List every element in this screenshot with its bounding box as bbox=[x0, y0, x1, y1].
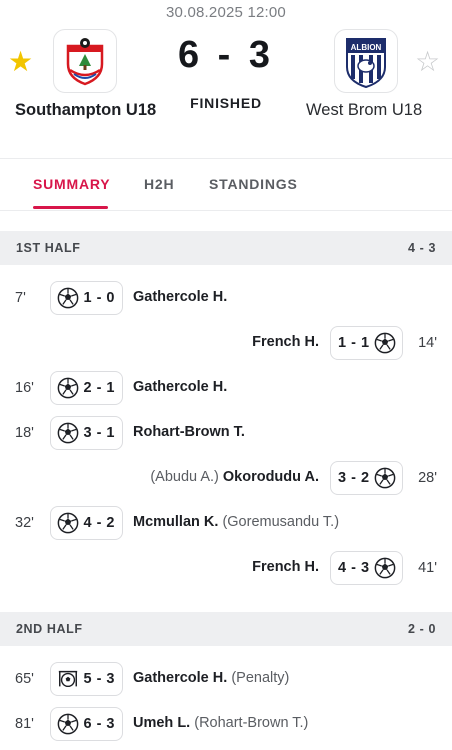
player-name: French H. bbox=[252, 559, 319, 575]
half-label: 2ND HALF bbox=[16, 622, 83, 636]
half-header: 2ND HALF 2 - 0 bbox=[0, 612, 452, 646]
tab-h2h[interactable]: H2H bbox=[144, 176, 174, 192]
event-score: 3 - 1 bbox=[83, 425, 115, 441]
away-favorite-star-icon[interactable]: ☆ bbox=[415, 47, 440, 77]
soccer-ball-icon bbox=[57, 713, 79, 735]
half-label: 1ST HALF bbox=[16, 241, 81, 255]
event-score: 6 - 3 bbox=[83, 716, 115, 732]
event-minute: 32' bbox=[15, 515, 34, 531]
assist-name: (Goremusandu T.) bbox=[222, 514, 340, 530]
tab-summary[interactable]: SUMMARY bbox=[33, 176, 110, 192]
away-team-logo[interactable]: ALBION bbox=[334, 29, 398, 93]
soccer-ball-icon bbox=[374, 467, 396, 489]
goal-event-row[interactable]: 41' 4 - 3 French H. bbox=[0, 550, 452, 586]
goal-event-row[interactable]: 32' 4 - 2 Mcmullan K. (Goremusandu T.) bbox=[0, 505, 452, 541]
tab-bar: SUMMARY H2H STANDINGS bbox=[0, 160, 452, 210]
half-score: 2 - 0 bbox=[407, 622, 436, 636]
event-player[interactable]: Gathercole H. (Penalty) bbox=[133, 670, 289, 686]
event-minute: 81' bbox=[15, 716, 34, 732]
divider bbox=[0, 158, 452, 159]
soccer-ball-icon bbox=[374, 332, 396, 354]
goal-event-row[interactable]: 18' 3 - 1 Rohart-Brown T. bbox=[0, 415, 452, 451]
event-minute: 65' bbox=[15, 671, 34, 687]
divider bbox=[0, 210, 452, 211]
event-score-pill: 4 - 3 bbox=[330, 551, 403, 585]
event-score-pill: 5 - 3 bbox=[50, 662, 123, 696]
player-name: Umeh L. bbox=[133, 715, 191, 731]
player-name: Mcmullan K. bbox=[133, 514, 219, 530]
event-minute: 41' bbox=[418, 560, 437, 576]
event-score-pill: 1 - 0 bbox=[50, 281, 123, 315]
event-score-pill: 1 - 1 bbox=[330, 326, 403, 360]
half-score: 4 - 3 bbox=[407, 241, 436, 255]
tab-standings[interactable]: STANDINGS bbox=[209, 176, 298, 192]
event-minute: 7' bbox=[15, 290, 26, 306]
goal-event-row[interactable]: 65' 5 - 3 Gathercole H. (Penalty) bbox=[0, 661, 452, 697]
penalty-goal-icon bbox=[57, 668, 79, 690]
soccer-ball-icon bbox=[57, 422, 79, 444]
event-player[interactable]: French H. bbox=[252, 334, 319, 350]
player-name: Gathercole H. bbox=[133, 670, 228, 686]
event-minute: 14' bbox=[418, 335, 437, 351]
event-score-pill: 6 - 3 bbox=[50, 707, 123, 741]
event-score: 4 - 3 bbox=[338, 560, 370, 576]
event-score-pill: 3 - 1 bbox=[50, 416, 123, 450]
event-minute: 16' bbox=[15, 380, 34, 396]
soccer-ball-icon bbox=[57, 377, 79, 399]
west-brom-crest-icon: ALBION bbox=[346, 38, 386, 89]
event-player[interactable]: Gathercole H. bbox=[133, 379, 227, 395]
soccer-ball-icon bbox=[57, 287, 79, 309]
goal-event-row[interactable]: 81' 6 - 3 Umeh L. (Rohart-Brown T.) bbox=[0, 706, 452, 742]
goal-event-row[interactable]: 7' 1 - 0 Gathercole H. bbox=[0, 280, 452, 316]
half-header: 1ST HALF 4 - 3 bbox=[0, 231, 452, 265]
event-player[interactable]: Mcmullan K. (Goremusandu T.) bbox=[133, 514, 339, 530]
match-datetime: 30.08.2025 12:00 bbox=[166, 4, 286, 21]
goal-event-row[interactable]: 14' 1 - 1 French H. bbox=[0, 325, 452, 361]
goal-event-row[interactable]: 28' 3 - 2 (Abudu A.) Okorodudu A. bbox=[0, 460, 452, 496]
event-minute: 28' bbox=[418, 470, 437, 486]
event-score-pill: 3 - 2 bbox=[330, 461, 403, 495]
active-tab-indicator bbox=[33, 206, 108, 209]
player-name: Rohart-Brown T. bbox=[133, 424, 245, 440]
player-name: Gathercole H. bbox=[133, 379, 228, 395]
event-player[interactable]: Gathercole H. bbox=[133, 289, 227, 305]
event-player[interactable]: French H. bbox=[252, 559, 319, 575]
crest-text: ALBION bbox=[351, 43, 382, 52]
event-score: 2 - 1 bbox=[83, 380, 115, 396]
event-minute: 18' bbox=[15, 425, 34, 441]
goal-event-row[interactable]: 16' 2 - 1 Gathercole H. bbox=[0, 370, 452, 406]
event-player[interactable]: (Abudu A.) Okorodudu A. bbox=[150, 469, 319, 485]
event-score: 5 - 3 bbox=[83, 671, 115, 687]
assist-name: (Penalty) bbox=[231, 670, 290, 686]
event-score: 1 - 1 bbox=[338, 335, 370, 351]
player-name: Okorodudu A. bbox=[222, 469, 319, 485]
event-score: 4 - 2 bbox=[83, 515, 115, 531]
event-score: 1 - 0 bbox=[83, 290, 115, 306]
event-player[interactable]: Umeh L. (Rohart-Brown T.) bbox=[133, 715, 308, 731]
away-team-name[interactable]: West Brom U18 bbox=[306, 101, 422, 120]
event-score-pill: 4 - 2 bbox=[50, 506, 123, 540]
assist-name: (Rohart-Brown T.) bbox=[194, 715, 309, 731]
soccer-ball-icon bbox=[374, 557, 396, 579]
event-score: 3 - 2 bbox=[338, 470, 370, 486]
soccer-ball-icon bbox=[57, 512, 79, 534]
player-name: French H. bbox=[252, 334, 319, 350]
assist-name: (Abudu A.) bbox=[150, 469, 219, 485]
event-player[interactable]: Rohart-Brown T. bbox=[133, 424, 245, 440]
player-name: Gathercole H. bbox=[133, 289, 228, 305]
event-score-pill: 2 - 1 bbox=[50, 371, 123, 405]
